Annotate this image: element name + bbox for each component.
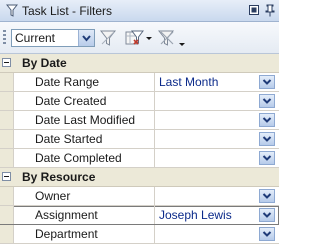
- row-gutter: [0, 130, 14, 148]
- toolbar: Current: [0, 22, 279, 54]
- row-gutter: [0, 187, 14, 205]
- chevron-down-icon: [262, 136, 272, 142]
- dropdown-button[interactable]: [259, 113, 275, 127]
- column-divider: [154, 92, 155, 110]
- pin-icon[interactable]: [264, 4, 276, 17]
- title-bar: Task List - Filters: [0, 0, 279, 22]
- dropdown-button[interactable]: [259, 75, 275, 89]
- column-divider: [154, 149, 155, 167]
- row-gutter: [0, 73, 14, 91]
- filter-row-date-created[interactable]: Date Created: [0, 92, 279, 111]
- filter-label: Date Last Modified: [35, 113, 136, 127]
- filter-dropdown-icon[interactable]: [124, 28, 154, 48]
- filter-row-date-completed[interactable]: Date Completed: [0, 149, 279, 168]
- filter-icon: [6, 4, 18, 17]
- chevron-down-icon: [262, 117, 272, 123]
- filter-label: Owner: [35, 189, 71, 203]
- chevron-down-icon: [262, 155, 272, 161]
- filter-row-date-range[interactable]: Date Range Last Month: [0, 73, 279, 92]
- filter-label: Date Started: [35, 132, 103, 146]
- column-divider: [154, 73, 155, 91]
- dropdown-button[interactable]: [259, 189, 275, 203]
- column-divider: [154, 111, 155, 129]
- filter-label: Date Range: [35, 75, 100, 89]
- dropdown-button[interactable]: [259, 208, 275, 222]
- filter-row-owner[interactable]: Owner: [0, 187, 279, 206]
- chevron-down-icon: [82, 35, 91, 42]
- toolbar-grip[interactable]: [3, 30, 6, 46]
- filter-row-date-started[interactable]: Date Started: [0, 130, 279, 149]
- row-gutter: [0, 206, 14, 224]
- category-label: By Date: [22, 56, 67, 70]
- filter-value[interactable]: Joseph Lewis: [159, 208, 232, 222]
- filter-row-department[interactable]: Department: [0, 225, 279, 244]
- dropdown-button[interactable]: [259, 227, 275, 241]
- category-by-date[interactable]: By Date: [0, 54, 279, 73]
- view-select-button[interactable]: [78, 30, 94, 46]
- dropdown-button[interactable]: [259, 94, 275, 108]
- filter-label: Department: [35, 227, 98, 241]
- filter-label: Date Created: [35, 94, 107, 108]
- collapse-icon[interactable]: [2, 58, 11, 67]
- filter-row-date-last-modified[interactable]: Date Last Modified: [0, 111, 279, 130]
- column-divider: [154, 187, 155, 205]
- chevron-down-icon: [262, 212, 272, 218]
- chevron-down-icon: [262, 193, 272, 199]
- row-gutter: [0, 149, 14, 167]
- filter-label: Assignment: [35, 208, 98, 222]
- chevron-down-icon: [262, 79, 272, 85]
- filter-value[interactable]: Last Month: [159, 75, 218, 89]
- category-label: By Resource: [22, 170, 96, 184]
- dropdown-button[interactable]: [259, 132, 275, 146]
- chevron-down-icon: [262, 98, 272, 104]
- filter-toolbar-icon[interactable]: [98, 28, 118, 48]
- view-select-value: Current: [15, 31, 56, 45]
- filter-row-assignment[interactable]: Assignment Joseph Lewis: [0, 206, 279, 225]
- clear-filter-icon[interactable]: [157, 28, 187, 48]
- dropdown-button[interactable]: [259, 151, 275, 165]
- collapse-icon[interactable]: [2, 172, 11, 181]
- column-divider: [154, 130, 155, 148]
- chevron-down-icon: [262, 231, 272, 237]
- row-gutter: [0, 92, 14, 110]
- filter-label: Date Completed: [35, 151, 122, 165]
- column-divider: [154, 225, 155, 243]
- close-box-icon[interactable]: [249, 5, 259, 15]
- category-by-resource[interactable]: By Resource: [0, 168, 279, 187]
- window-title: Task List - Filters: [22, 4, 113, 18]
- row-gutter: [0, 225, 14, 243]
- filter-grid: By Date Date Range Last Month Date Creat…: [0, 54, 279, 249]
- column-divider: [154, 206, 155, 224]
- view-select[interactable]: Current: [11, 29, 95, 47]
- row-gutter: [0, 111, 14, 129]
